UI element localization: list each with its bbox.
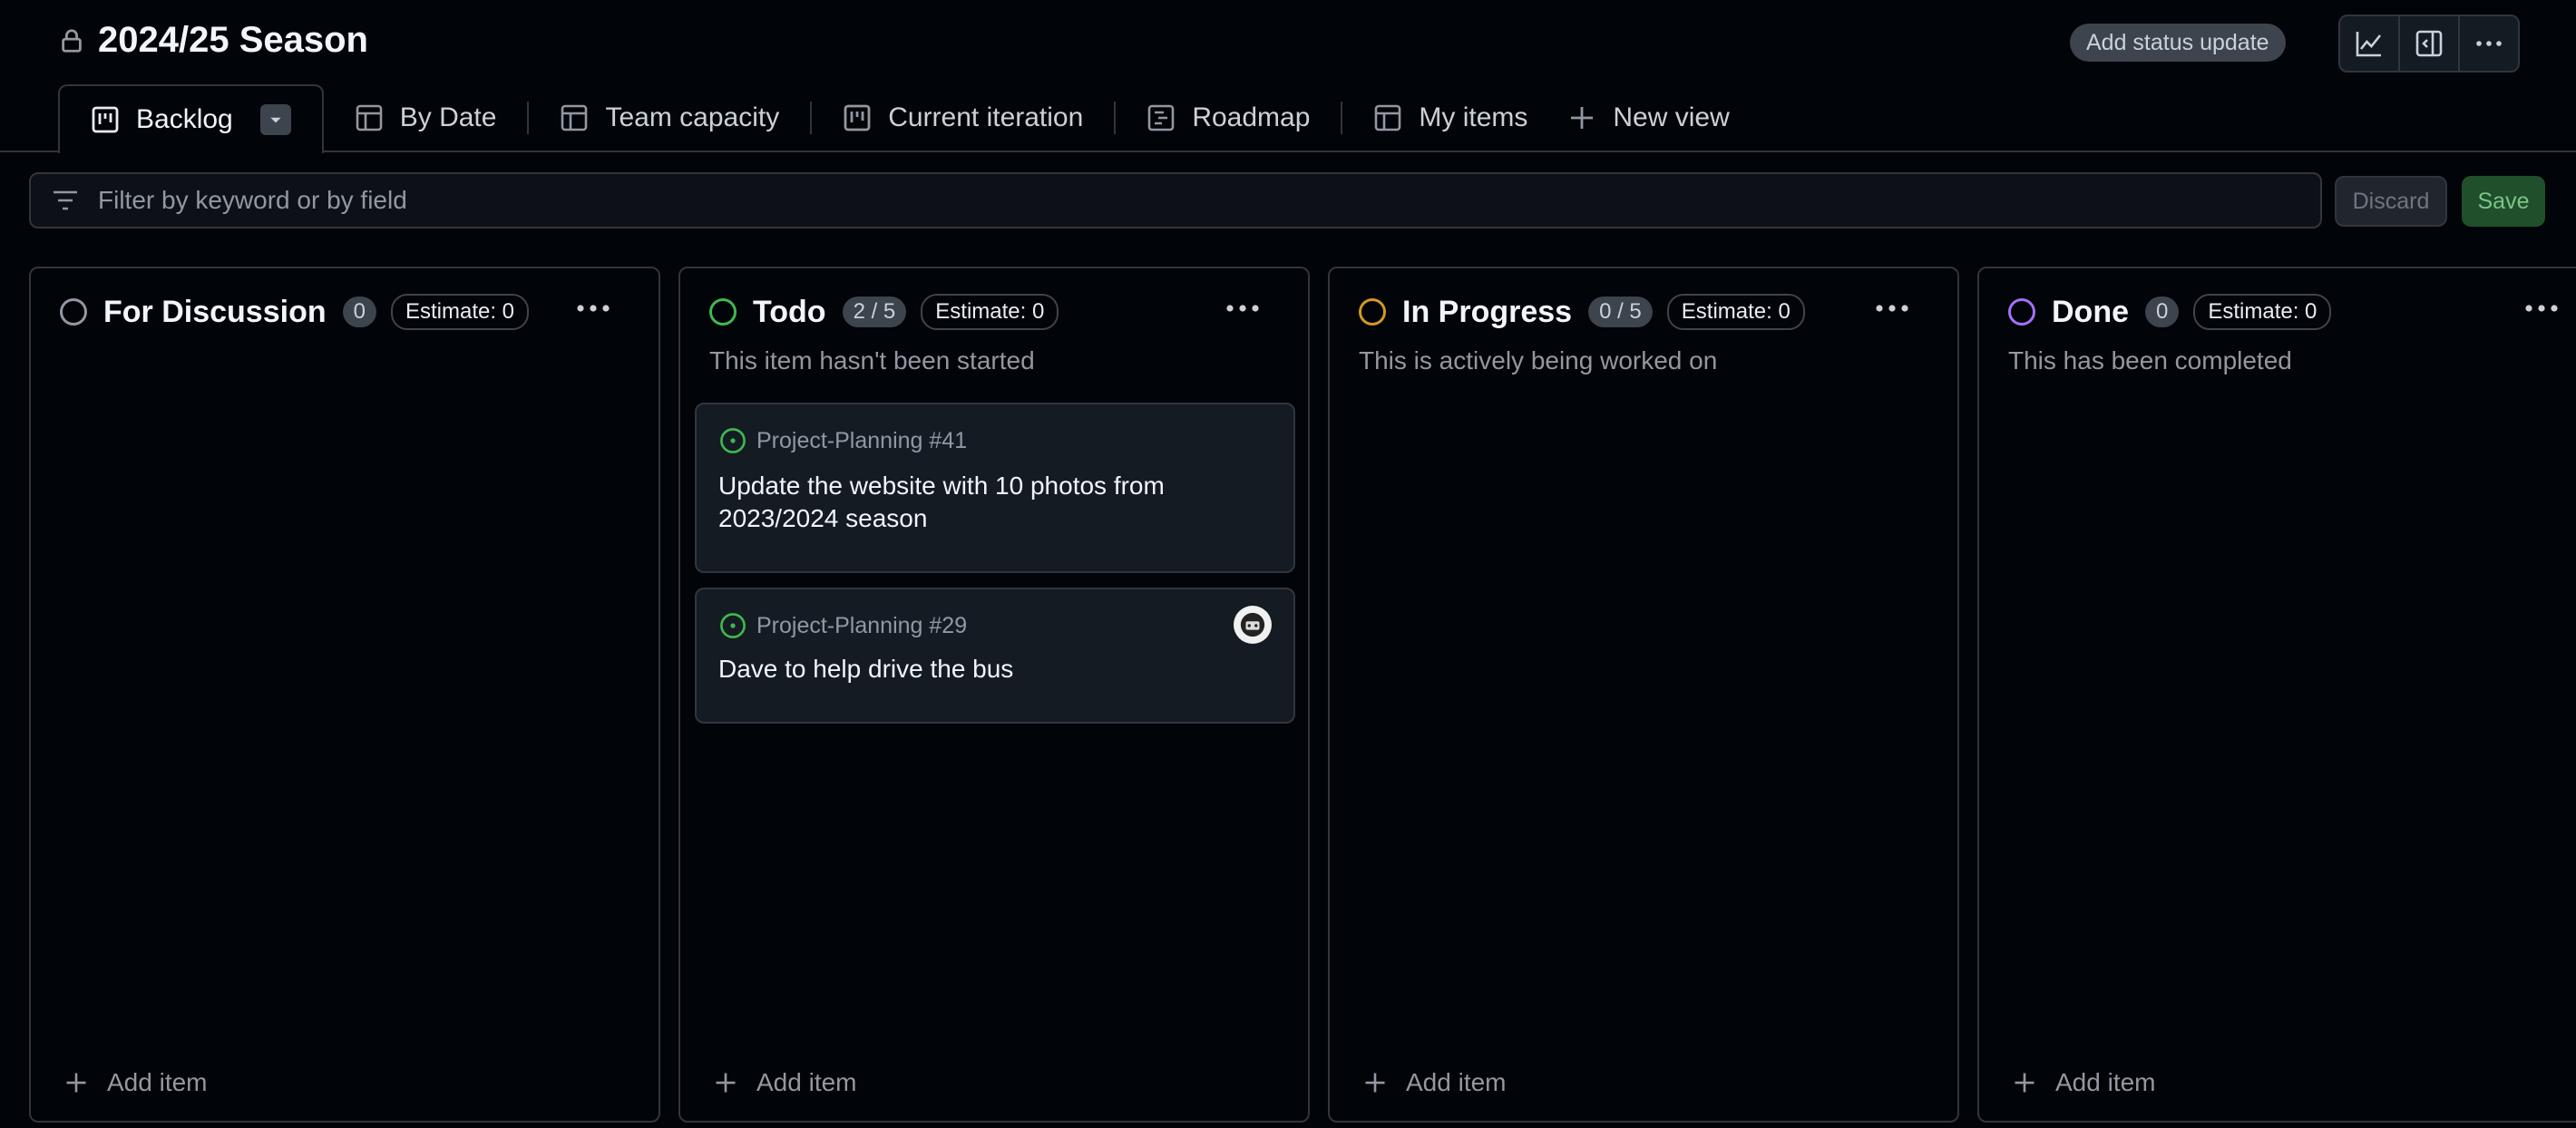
estimate-badge: Estimate: 0: [2193, 294, 2332, 330]
more-options-icon: [2476, 41, 2502, 46]
sidebar-icon: [2415, 30, 2443, 57]
card-title[interactable]: Dave to help drive the bus: [718, 653, 1263, 686]
tab-backlog[interactable]: Backlog: [58, 84, 324, 153]
column-title: Done: [2052, 294, 2129, 329]
estimate-badge: Estimate: 0: [921, 294, 1059, 330]
header-actions: [2338, 15, 2520, 73]
view-tabs: Backlog By Date Team capacity Current it…: [58, 84, 1761, 153]
toggle-sidebar-button[interactable]: [2400, 16, 2460, 71]
board-icon: [844, 104, 871, 131]
column-for-discussion: For Discussion 0 Estimate: 0 Add item: [29, 267, 660, 1123]
column-in-progress: In Progress 0 / 5 Estimate: 0 This is ac…: [1328, 267, 1959, 1123]
column-menu-icon[interactable]: [577, 299, 610, 317]
column-title: In Progress: [1402, 294, 1573, 329]
tab-my-items[interactable]: My items: [1342, 85, 1558, 151]
add-status-update-button[interactable]: Add status update: [2070, 24, 2286, 62]
card-ref-label[interactable]: Project-Planning #29: [756, 613, 967, 639]
plus-icon: [66, 1073, 86, 1093]
avatar-icon: [1240, 612, 1265, 637]
view-options-dropdown[interactable]: [259, 104, 291, 135]
roadmap-icon: [1148, 104, 1175, 131]
tab-label: Backlog: [136, 104, 233, 134]
column-done: Done 0 Estimate: 0 This has been complet…: [1977, 267, 2576, 1123]
assignee-avatar[interactable]: [1234, 606, 1272, 644]
filter-input[interactable]: [96, 185, 2186, 216]
item-count-badge: 0: [2145, 297, 2180, 327]
table-icon: [561, 104, 588, 131]
status-circle-icon: [60, 298, 87, 326]
tab-label: Roadmap: [1192, 102, 1311, 132]
item-count-badge: 0: [342, 297, 376, 327]
card-item[interactable]: Project-Planning #29 Dave to help drive …: [695, 588, 1295, 724]
save-button[interactable]: Save: [2462, 176, 2545, 227]
table-icon: [356, 104, 383, 131]
board-icon: [92, 106, 119, 133]
tab-label: My items: [1419, 102, 1528, 132]
tab-label: Team capacity: [605, 102, 780, 132]
open-issue-icon: [720, 613, 746, 638]
column-menu-icon[interactable]: [2525, 299, 2558, 317]
status-circle-icon: [709, 298, 737, 326]
add-item-label: Add item: [756, 1068, 857, 1096]
lock-icon: [62, 28, 82, 53]
card-title[interactable]: Update the website with 10 photos from 2…: [718, 470, 1263, 535]
insights-icon: [2356, 32, 2382, 57]
add-item-label: Add item: [107, 1068, 208, 1096]
plus-icon: [1365, 1073, 1385, 1093]
add-item-button[interactable]: Add item: [1362, 1068, 1507, 1097]
add-item-button[interactable]: Add item: [713, 1068, 857, 1097]
column-header: Todo 2 / 5 Estimate: 0: [709, 294, 1059, 330]
more-options-button[interactable]: [2460, 16, 2518, 71]
add-item-label: Add item: [2055, 1068, 2156, 1096]
tab-roadmap[interactable]: Roadmap: [1116, 85, 1341, 151]
card-item[interactable]: Project-Planning #41 Update the website …: [695, 403, 1295, 573]
column-header: Done 0 Estimate: 0: [2008, 294, 2332, 330]
status-circle-icon: [1359, 298, 1386, 326]
column-header: In Progress 0 / 5 Estimate: 0: [1359, 294, 1805, 330]
column-title: Todo: [753, 294, 826, 329]
column-description: This is actively being worked on: [1359, 346, 1718, 374]
tab-label: Current iteration: [888, 102, 1084, 132]
tab-label: New view: [1613, 102, 1730, 132]
caret-down-icon: [270, 117, 281, 123]
open-issue-icon: [720, 428, 746, 453]
column-description: This item hasn't been started: [709, 346, 1035, 374]
item-count-badge: 0 / 5: [1588, 297, 1653, 327]
filter-bar: [29, 172, 2322, 229]
add-item-label: Add item: [1406, 1068, 1507, 1096]
insights-button[interactable]: [2340, 16, 2400, 71]
card-reference: Project-Planning #29: [718, 611, 967, 640]
tab-by-date[interactable]: By Date: [324, 85, 528, 151]
project-title-row: 2024/25 Season: [58, 20, 368, 61]
status-circle-icon: [2008, 298, 2035, 326]
column-menu-icon[interactable]: [1876, 299, 1908, 317]
add-item-button[interactable]: Add item: [63, 1068, 208, 1097]
tab-current-iteration[interactable]: Current iteration: [812, 85, 1114, 151]
table-icon: [1375, 104, 1401, 131]
filter-icon: [54, 190, 77, 210]
plus-icon: [1571, 107, 1594, 129]
tab-new-view[interactable]: New view: [1558, 85, 1760, 151]
card-reference: Project-Planning #41: [718, 426, 967, 455]
estimate-badge: Estimate: 0: [1666, 294, 1805, 330]
plus-icon: [716, 1073, 736, 1093]
column-todo: Todo 2 / 5 Estimate: 0 This item hasn't …: [678, 267, 1310, 1123]
column-menu-icon[interactable]: [1226, 299, 1259, 317]
column-header: For Discussion 0 Estimate: 0: [60, 294, 530, 330]
estimate-badge: Estimate: 0: [390, 294, 530, 330]
discard-button[interactable]: Discard: [2335, 176, 2447, 227]
item-count-badge: 2 / 5: [842, 297, 907, 327]
tab-team-capacity[interactable]: Team capacity: [529, 85, 810, 151]
card-ref-label[interactable]: Project-Planning #41: [756, 428, 967, 454]
project-title: 2024/25 Season: [98, 20, 368, 60]
column-description: This has been completed: [2008, 346, 2292, 374]
plus-icon: [2015, 1073, 2034, 1093]
add-item-button[interactable]: Add item: [2012, 1068, 2156, 1097]
column-title: For Discussion: [103, 294, 327, 329]
project-header: 2024/25 Season Add status update Backlog…: [0, 0, 2576, 153]
tab-label: By Date: [399, 102, 497, 132]
